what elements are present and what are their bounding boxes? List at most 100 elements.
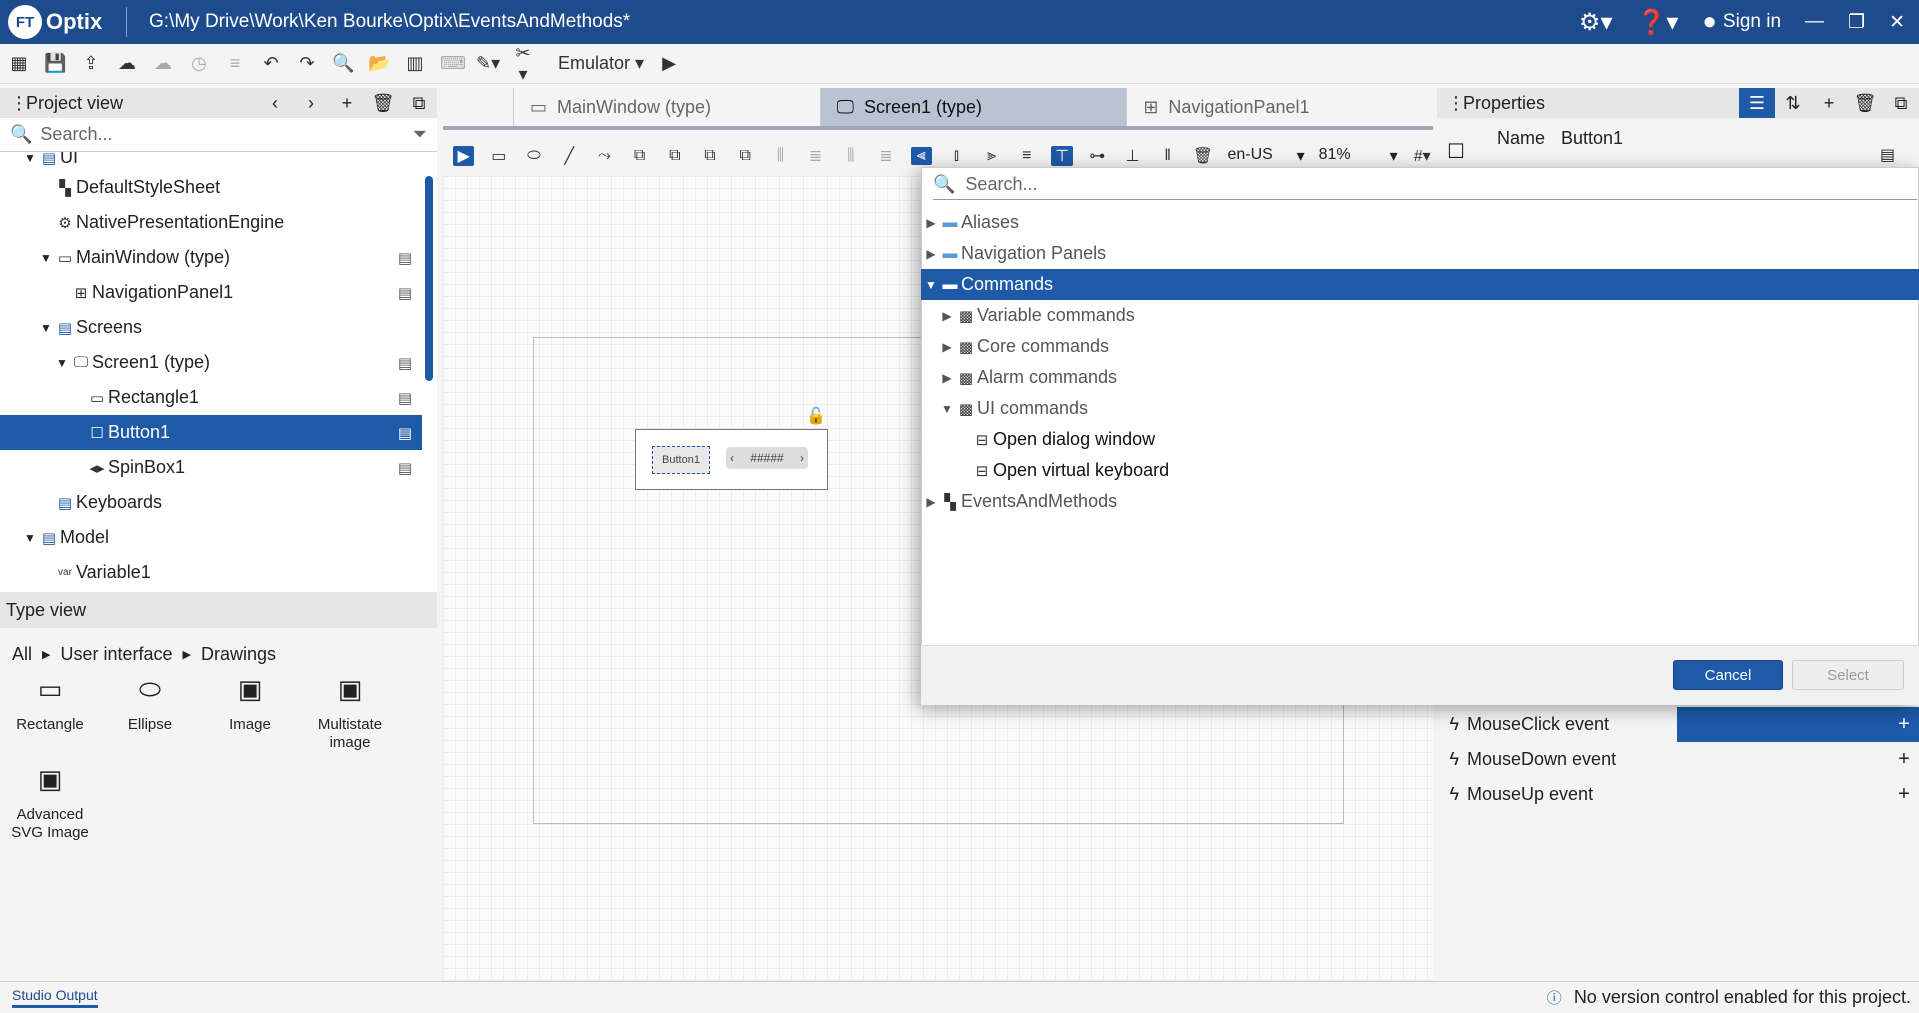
space-h-icon[interactable]: ⫼ — [840, 147, 861, 165]
panel-menu-icon[interactable]: ⋮ — [1447, 93, 1465, 114]
expand-arrow-icon[interactable]: ▼ — [939, 402, 955, 416]
line-tool-icon[interactable]: ╱ — [559, 146, 580, 166]
chevron-left-icon[interactable]: ‹ — [257, 93, 293, 114]
add-icon[interactable]: + — [1811, 93, 1847, 114]
tree-item-screen1[interactable]: ▼ 🖵 Screen1 (type) ▤ — [0, 345, 422, 380]
select-button[interactable]: Select — [1792, 660, 1904, 690]
select-tool-icon[interactable]: ▶ — [453, 146, 475, 166]
bring-forward-icon[interactable]: ⧉ — [664, 147, 685, 165]
add-icon[interactable]: + — [329, 93, 365, 114]
tree-item-navigationpanel1[interactable]: ⊞ NavigationPanel1 ▤ — [0, 275, 422, 310]
project-search[interactable]: 🔍 Search... ⏷ — [0, 118, 437, 152]
project-search-input[interactable]: Search... — [40, 124, 412, 145]
tree-item-spinbox1[interactable]: ◂▸ SpinBox1 ▤ — [0, 450, 422, 485]
align-top-icon[interactable]: ⊤ — [1051, 146, 1073, 166]
close-button[interactable]: ✕ — [1889, 11, 1905, 34]
type-item-ellipse[interactable]: ⬭ Ellipse — [100, 676, 200, 752]
dialog-item-aliases[interactable]: ▶ ▬ Aliases — [921, 207, 1919, 238]
expand-arrow-icon[interactable]: ▼ — [22, 531, 38, 545]
tree-scrollbar[interactable] — [425, 176, 433, 381]
locale-dropdown[interactable]: en-US ▾ — [1227, 146, 1304, 166]
type-item-rectangle[interactable]: ▭ Rectangle — [0, 676, 100, 752]
library-icon[interactable]: ▥ — [404, 53, 426, 74]
database-icon[interactable]: ≡ — [224, 53, 246, 74]
chevron-right-icon[interactable]: › — [800, 451, 804, 465]
group-icon[interactable]: ⧉ — [735, 147, 756, 165]
undo-icon[interactable]: ↶ — [260, 53, 282, 74]
breadcrumb-all[interactable]: All — [12, 644, 32, 665]
align-stretch-v-icon[interactable]: ‖ — [1157, 147, 1178, 165]
dialog-item-open-virtual-keyboard[interactable]: ⊟ Open virtual keyboard — [921, 455, 1919, 486]
add-icon[interactable]: + — [1889, 748, 1919, 771]
code-icon[interactable]: ⌨ — [440, 53, 466, 74]
edit-type-icon[interactable]: ▤ — [398, 389, 412, 407]
properties-options-icon[interactable]: ▤ — [1880, 145, 1895, 165]
dialog-search[interactable]: 🔍 Search... — [933, 170, 1917, 200]
upload-icon[interactable]: ☁ — [116, 53, 138, 74]
studio-output-tab[interactable]: Studio Output — [12, 987, 98, 1008]
add-icon[interactable]: + — [1889, 783, 1919, 806]
tree-item-nativepresentationengine[interactable]: ⚙ NativePresentationEngine — [0, 205, 422, 240]
chevron-right-icon[interactable]: › — [293, 93, 329, 114]
edit-type-icon[interactable]: ▤ — [398, 284, 412, 302]
tree-item-model[interactable]: ▼ ▤ Model — [0, 520, 422, 555]
tools-icon[interactable]: ✂▾ — [512, 43, 534, 85]
chevron-left-icon[interactable]: ‹ — [730, 451, 734, 465]
redo-icon[interactable]: ↷ — [296, 53, 318, 74]
delete-icon[interactable]: 🗑 — [365, 93, 401, 114]
space-v-icon[interactable]: ≣ — [875, 146, 896, 166]
layout-icon[interactable]: ▦ — [8, 53, 30, 74]
tree-item-button1[interactable]: ☐ Button1 ▤ — [0, 415, 422, 450]
align-left-icon[interactable]: ⫷ — [910, 147, 932, 165]
delete-icon[interactable]: 🗑 — [1192, 146, 1213, 166]
tree-item-rectangle1[interactable]: ▭ Rectangle1 ▤ — [0, 380, 422, 415]
filter-icon[interactable]: ⏷ — [413, 124, 427, 145]
type-item-multistate-image[interactable]: ▣ Multistate image — [300, 676, 400, 752]
breadcrumb-user-interface[interactable]: User interface — [60, 644, 172, 665]
spinbox1-widget[interactable]: ‹ ##### › — [726, 447, 808, 469]
save-icon[interactable]: 💾 — [44, 53, 66, 74]
grid-icon[interactable]: #▾ — [1412, 146, 1433, 166]
edit-type-icon[interactable]: ▤ — [398, 354, 412, 372]
emulator-dropdown[interactable]: Emulator ▾ — [558, 53, 644, 74]
filter-list-icon[interactable]: ☰ — [1739, 88, 1775, 118]
brush-icon[interactable]: ✎▾ — [476, 53, 500, 74]
deploy-icon[interactable]: ⇪ — [80, 53, 102, 74]
align-stretch-h-icon[interactable]: ≡ — [1016, 147, 1037, 165]
event-row-mousedown[interactable]: ϟ MouseDown event + — [1437, 742, 1919, 777]
cloud-icon[interactable]: ☁ — [152, 53, 174, 74]
expand-arrow-icon[interactable]: ▶ — [923, 247, 939, 261]
find-icon[interactable]: 🔍 — [332, 53, 354, 74]
tab-navigationpanel1[interactable]: ⊞ NavigationPanel1 — [1126, 88, 1433, 126]
add-icon[interactable]: + — [1889, 713, 1919, 736]
dialog-item-eventsandmethods[interactable]: ▶ ▚ EventsAndMethods — [921, 486, 1919, 517]
tree-item-variable1[interactable]: var Variable1 — [0, 555, 422, 590]
lock-icon[interactable]: 🔓 — [806, 406, 826, 426]
expand-arrow-icon[interactable]: ▶ — [939, 340, 955, 354]
tab-mainwindow[interactable]: ▭ MainWindow (type) — [512, 88, 820, 126]
align-right-icon[interactable]: ⫸ — [981, 147, 1002, 165]
event-row-mouseclick[interactable]: ϟ MouseClick event + — [1437, 707, 1919, 742]
sort-icon[interactable]: ⇅ — [1775, 93, 1811, 114]
type-item-advanced-svg-image[interactable]: ▣ Advanced SVG Image — [0, 766, 100, 842]
cancel-button[interactable]: Cancel — [1673, 660, 1783, 690]
type-item-image[interactable]: ▣ Image — [200, 676, 300, 752]
align-bottom-icon[interactable]: ⊥ — [1122, 146, 1143, 166]
expand-arrow-icon[interactable]: ▼ — [54, 356, 70, 370]
dialog-item-alarm-commands[interactable]: ▶ ▩ Alarm commands — [921, 362, 1919, 393]
tree-item-screens[interactable]: ▼ ▤ Screens — [0, 310, 422, 345]
expand-arrow-icon[interactable]: ▶ — [923, 495, 939, 509]
polyline-tool-icon[interactable]: ⤳ — [594, 147, 615, 165]
button1-widget[interactable]: Button1 — [652, 446, 710, 474]
expand-arrow-icon[interactable]: ▼ — [22, 152, 38, 165]
tree-item-keyboards[interactable]: ▤ Keyboards — [0, 485, 422, 520]
event-value[interactable] — [1677, 777, 1889, 812]
expand-arrow-icon[interactable]: ▼ — [38, 251, 54, 265]
distribute-h-icon[interactable]: ⫼ — [770, 147, 791, 165]
event-value[interactable] — [1677, 742, 1889, 777]
dialog-item-ui-commands[interactable]: ▼ ▩ UI commands — [921, 393, 1919, 424]
expand-arrow-icon[interactable]: ▼ — [38, 321, 54, 335]
dialog-item-variable-commands[interactable]: ▶ ▩ Variable commands — [921, 300, 1919, 331]
send-backward-icon[interactable]: ⧉ — [699, 147, 720, 165]
panel-menu-icon[interactable]: ⋮ — [10, 93, 28, 114]
